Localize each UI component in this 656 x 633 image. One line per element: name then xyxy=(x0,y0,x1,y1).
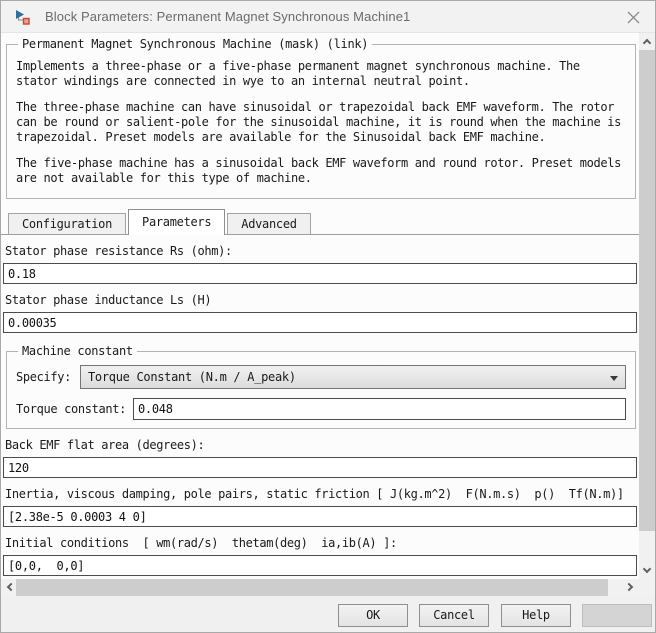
back-emf-input[interactable] xyxy=(3,457,637,478)
initial-conditions-input[interactable] xyxy=(3,555,637,576)
scroll-up-icon[interactable] xyxy=(639,33,655,50)
rs-input[interactable] xyxy=(3,263,637,284)
dialog-content: Permanent Magnet Synchronous Machine (ma… xyxy=(1,33,639,579)
horizontal-scrollbar[interactable] xyxy=(1,579,639,596)
ok-button[interactable]: OK xyxy=(338,604,408,627)
vertical-scrollbar[interactable] xyxy=(639,33,655,579)
specify-dropdown[interactable]: Torque Constant (N.m / A_peak) xyxy=(80,365,626,389)
description-paragraph: Implements a three-phase or a five-phase… xyxy=(16,59,580,88)
mask-description-frame: Permanent Magnet Synchronous Machine (ma… xyxy=(6,37,636,199)
specify-label: Specify: xyxy=(16,370,71,384)
tab-advanced[interactable]: Advanced xyxy=(227,213,311,235)
machine-constant-group: Machine constant Specify: Torque Constan… xyxy=(6,344,636,429)
ls-label: Stator phase inductance Ls (H) xyxy=(5,293,212,307)
scroll-right-icon[interactable] xyxy=(622,579,639,596)
scroll-down-icon[interactable] xyxy=(639,562,655,579)
vertical-scrollbar-thumb[interactable] xyxy=(639,50,655,531)
mask-frame-title: Permanent Magnet Synchronous Machine (ma… xyxy=(22,37,369,51)
footer: OK Cancel Help xyxy=(1,596,655,632)
simulink-block-icon xyxy=(15,9,31,25)
apply-button xyxy=(582,604,652,627)
tab-parameters[interactable]: Parameters xyxy=(128,209,226,235)
cancel-button[interactable]: Cancel xyxy=(419,604,489,627)
description-paragraph: The three-phase machine can have sinusoi… xyxy=(16,100,621,144)
machine-constant-title: Machine constant xyxy=(22,344,133,358)
block-parameters-dialog: Block Parameters: Permanent Magnet Synch… xyxy=(0,0,656,633)
specify-dropdown-value: Torque Constant (N.m / A_peak) xyxy=(88,370,296,384)
rs-label: Stator phase resistance Rs (ohm): xyxy=(5,244,232,258)
initial-conditions-label: Initial conditions [ wm(rad/s) thetam(de… xyxy=(5,536,397,550)
window-title: Block Parameters: Permanent Magnet Synch… xyxy=(45,9,411,24)
scrollbar-corner xyxy=(639,579,655,596)
horizontal-scrollbar-thumb[interactable] xyxy=(16,579,608,596)
inertia-input[interactable] xyxy=(3,506,637,527)
tab-configuration[interactable]: Configuration xyxy=(8,213,127,235)
inertia-label: Inertia, viscous damping, pole pairs, st… xyxy=(5,487,624,501)
help-button[interactable]: Help xyxy=(501,604,571,627)
titlebar: Block Parameters: Permanent Magnet Synch… xyxy=(1,1,655,33)
tab-bar: Configuration Parameters Advanced xyxy=(1,209,639,235)
torque-constant-input[interactable] xyxy=(133,398,626,420)
close-icon[interactable] xyxy=(619,5,647,29)
back-emf-label: Back EMF flat area (degrees): xyxy=(5,438,205,452)
description-paragraph: The five-phase machine has a sinusoidal … xyxy=(16,156,621,185)
ls-input[interactable] xyxy=(3,312,637,333)
torque-constant-label: Torque constant: xyxy=(16,402,126,416)
chevron-down-icon xyxy=(610,376,618,381)
